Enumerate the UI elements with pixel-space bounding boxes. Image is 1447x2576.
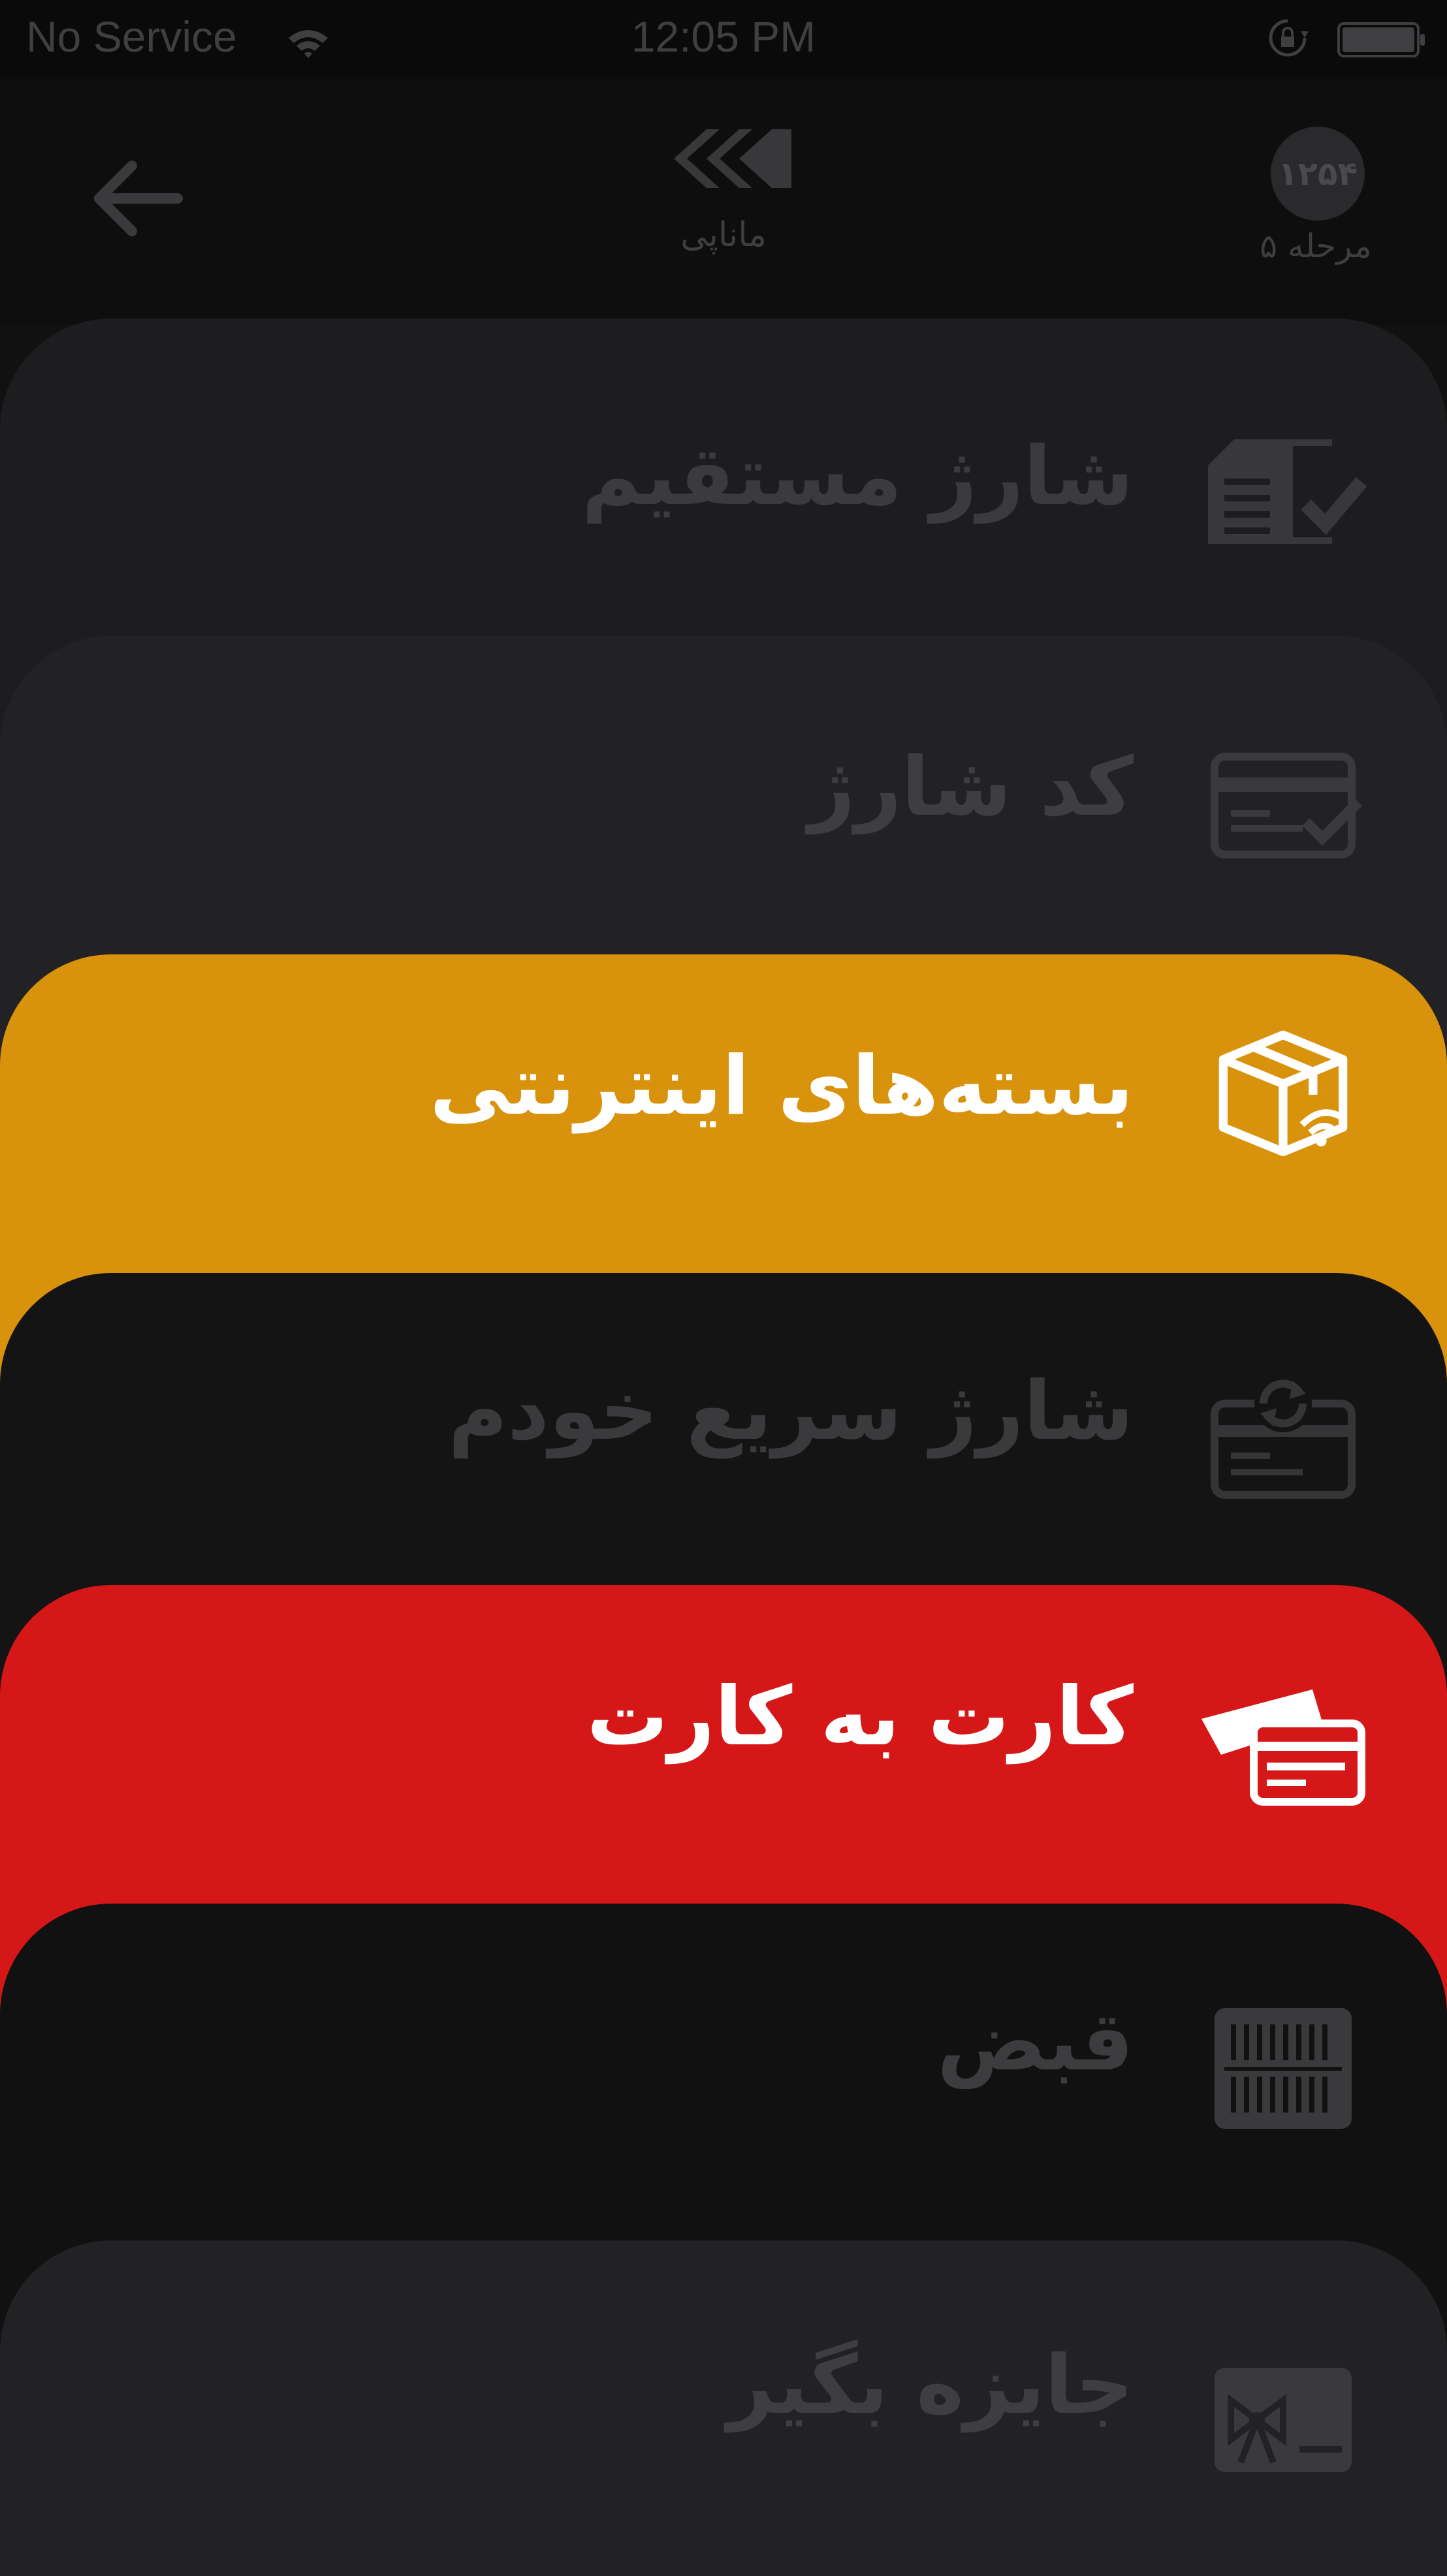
package-wifi-icon: [1218, 1030, 1348, 1157]
menu-item-label: کارت به کارت: [586, 1670, 1134, 1764]
menu-item-get-prize[interactable]: جایزه بگیر: [0, 2240, 1447, 2576]
service-menu: شارژ مستقیم کد شارژ بسته‌های اینترنتی: [0, 0, 1447, 2576]
barcode-icon: [1215, 2008, 1352, 2129]
card-check-icon: [1211, 753, 1362, 858]
menu-item-label: شارژ سریع خودم: [448, 1364, 1134, 1458]
menu-item-label: کد شارژ: [808, 740, 1134, 834]
menu-item-label: بسته‌های اینترنتی: [430, 1039, 1134, 1133]
card-refresh-icon: [1211, 1375, 1356, 1499]
menu-item-label: قبض: [937, 1995, 1134, 2089]
gift-card-icon: [1215, 2368, 1352, 2472]
menu-item-label: شارژ مستقیم: [581, 430, 1134, 524]
menu-item-label: جایزه بگیر: [727, 2338, 1134, 2432]
sim-check-icon: [1208, 439, 1367, 544]
card-transfer-icon: [1201, 1689, 1365, 1806]
